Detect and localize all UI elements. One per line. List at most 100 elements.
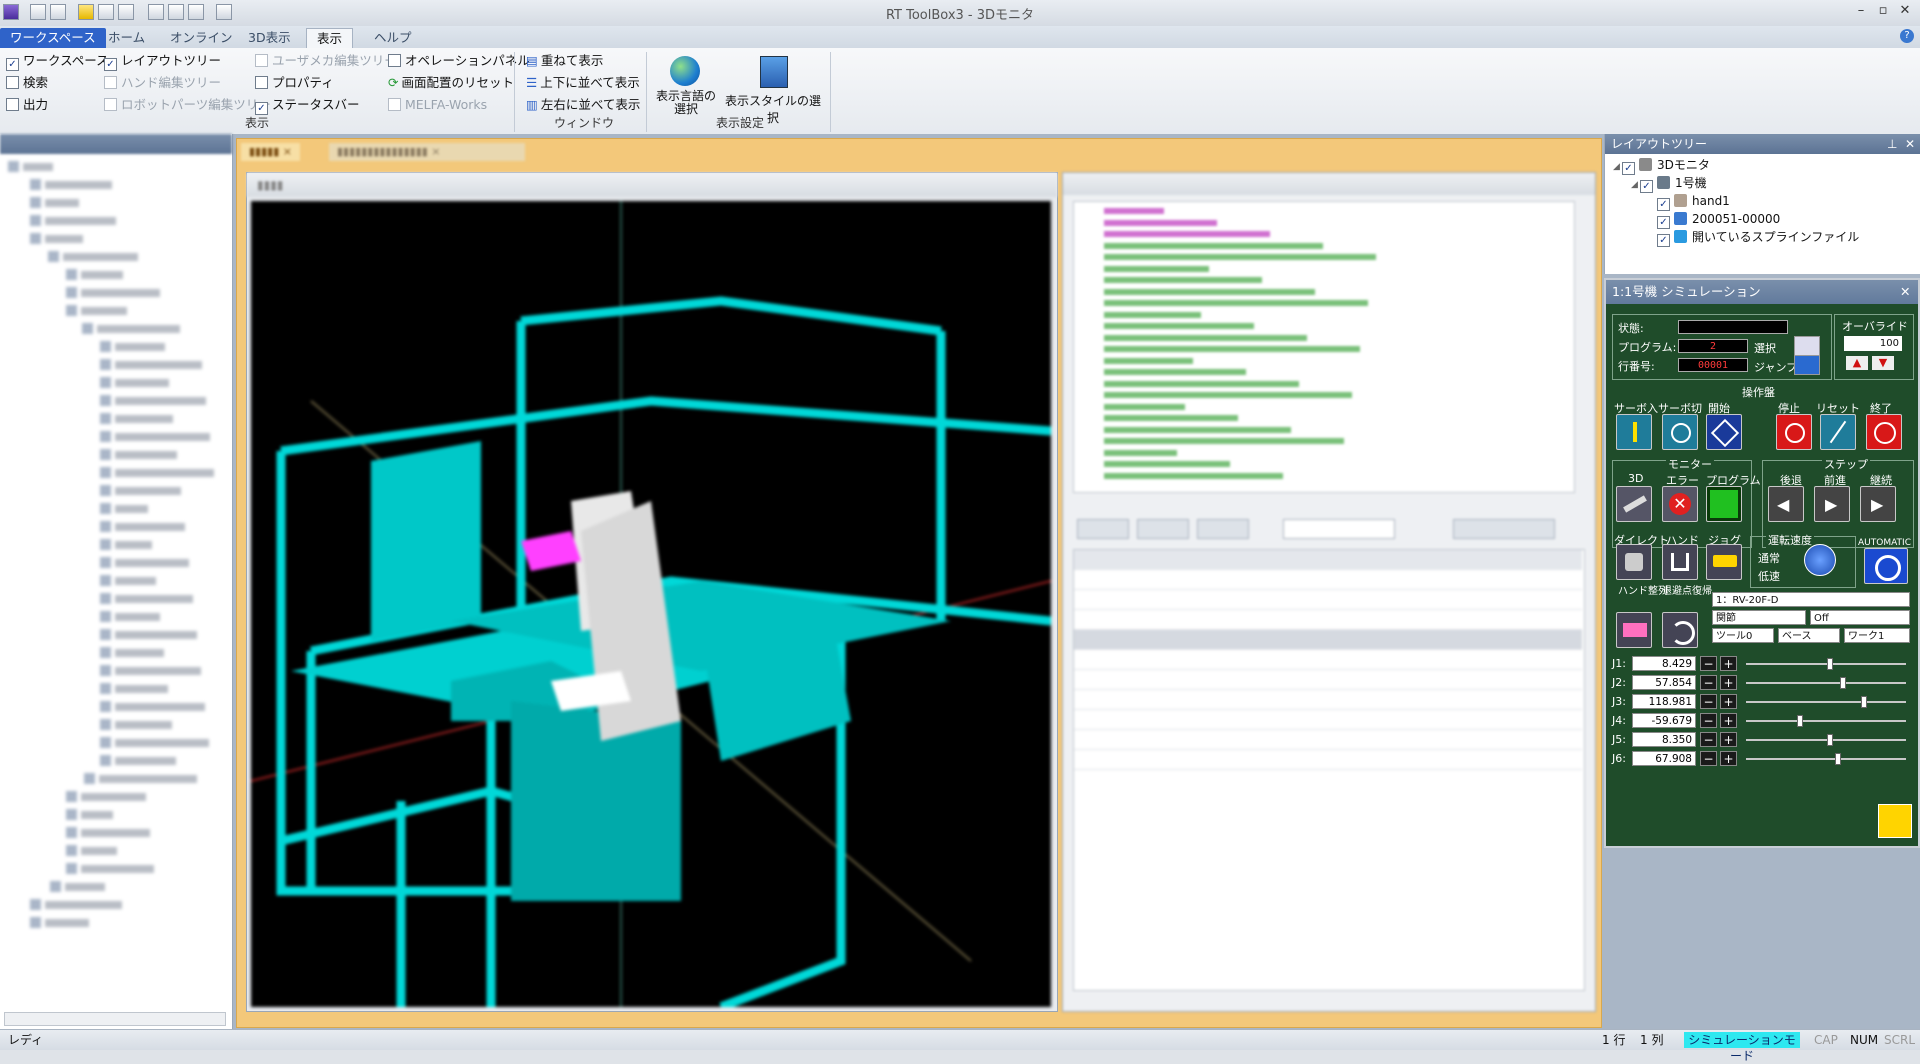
override-field[interactable]: 100 — [1844, 336, 1902, 351]
status-bar-checkbox[interactable]: ✓ ステータスバー — [255, 96, 360, 115]
tree-item[interactable] — [66, 790, 146, 806]
joint-value[interactable]: 8.429 — [1632, 656, 1696, 671]
toolbar-button[interactable] — [1137, 519, 1189, 539]
tree-item[interactable] — [50, 880, 105, 896]
tree-item[interactable] — [100, 340, 165, 356]
tab-3d-monitor[interactable]: ▮▮▮▮▮ × — [241, 143, 300, 161]
minus-icon[interactable]: − — [1700, 694, 1717, 709]
pin-icon[interactable]: ⊥ — [1887, 134, 1897, 154]
tab-home[interactable]: ホーム — [98, 28, 155, 48]
tree-item[interactable] — [100, 718, 172, 734]
tree-item-part[interactable]: ✓ 200051-00000 — [1657, 210, 1780, 229]
tree-item[interactable] — [100, 430, 210, 446]
robot-select[interactable]: 1：RV-20F-D — [1712, 592, 1910, 607]
step-back-button[interactable]: ◀ — [1768, 486, 1804, 522]
maximize-button[interactable]: ▫ — [1872, 3, 1894, 21]
joint-value[interactable]: 8.350 — [1632, 732, 1696, 747]
toolbar-button[interactable] — [1077, 519, 1129, 539]
slider-thumb[interactable] — [1834, 753, 1841, 765]
speed-knob[interactable] — [1804, 544, 1836, 576]
joint-slider[interactable] — [1746, 720, 1906, 722]
joint-value[interactable]: -59.679 — [1632, 713, 1696, 728]
continue-button[interactable]: ▶ — [1860, 486, 1896, 522]
tree-item[interactable] — [100, 610, 160, 626]
monitor-3d-button[interactable] — [1616, 486, 1652, 522]
tree-item[interactable] — [66, 844, 117, 860]
reset-button[interactable] — [1820, 414, 1856, 450]
tree-item[interactable] — [100, 538, 152, 554]
close-icon[interactable]: ✕ — [1905, 134, 1915, 154]
tree-item[interactable] — [48, 250, 138, 266]
search-checkbox[interactable]: 検索 — [6, 74, 48, 92]
slider-thumb[interactable] — [1827, 658, 1834, 670]
minus-icon[interactable]: − — [1700, 732, 1717, 747]
program-field[interactable]: 2 — [1678, 339, 1748, 353]
help-icon[interactable]: ? — [1900, 29, 1914, 43]
tree-item[interactable] — [84, 772, 197, 788]
close-icon[interactable]: ✕ — [1900, 280, 1910, 304]
joint-slider[interactable] — [1746, 682, 1906, 684]
tab-3d-display[interactable]: 3D表示 — [238, 28, 301, 48]
minus-icon[interactable]: − — [1700, 751, 1717, 766]
tree-item[interactable] — [100, 754, 176, 770]
servo-on-button[interactable] — [1616, 414, 1652, 450]
tile-vertical-button[interactable]: ☰ 上下に並べて表示 — [526, 74, 640, 92]
joint-slider[interactable] — [1746, 663, 1906, 665]
operation-panel-checkbox[interactable]: オペレーションパネル — [388, 52, 530, 70]
tree-item[interactable] — [100, 556, 189, 572]
tree-item[interactable] — [66, 862, 154, 878]
plus-icon[interactable]: + — [1720, 732, 1737, 747]
error-button[interactable]: ✕ — [1662, 486, 1698, 522]
tree-item[interactable] — [100, 664, 201, 680]
tree-item[interactable] — [100, 502, 148, 518]
tree-item[interactable] — [30, 898, 122, 914]
minus-icon[interactable]: − — [1700, 675, 1717, 690]
joint-slider[interactable] — [1746, 739, 1906, 741]
tree-item[interactable] — [100, 574, 156, 590]
table-row[interactable] — [1074, 650, 1582, 670]
table-row[interactable] — [1074, 730, 1582, 750]
horizontal-scrollbar[interactable] — [4, 1012, 226, 1026]
plus-icon[interactable]: + — [1720, 675, 1737, 690]
tree-item[interactable] — [100, 628, 197, 644]
tree-item-spline-file[interactable]: ✓ 開いているスプラインファイル — [1657, 228, 1859, 247]
table-row[interactable] — [1074, 690, 1582, 710]
type-dropdown[interactable] — [1283, 519, 1395, 539]
end-button[interactable] — [1866, 414, 1902, 450]
plus-icon[interactable]: + — [1720, 694, 1737, 709]
toolbar-button[interactable] — [1197, 519, 1249, 539]
slider-thumb[interactable] — [1839, 677, 1846, 689]
reset-layout-button[interactable]: ⟳ 画面配置のリセット — [388, 74, 514, 92]
hand-button[interactable] — [1662, 544, 1698, 580]
table-row[interactable] — [1074, 630, 1582, 650]
tree-item[interactable] — [30, 916, 89, 932]
tree-item[interactable] — [66, 268, 123, 284]
jog-mode-select[interactable]: 関節 — [1712, 610, 1806, 625]
code-editor[interactable] — [1073, 201, 1575, 493]
stop-button[interactable] — [1776, 414, 1812, 450]
retreat-button[interactable] — [1662, 612, 1698, 648]
corner-tool-icon[interactable] — [1878, 804, 1912, 838]
toolbar-button[interactable] — [1453, 519, 1555, 539]
work-select[interactable]: ワーク1 — [1844, 628, 1910, 643]
tree-item[interactable] — [100, 466, 214, 482]
servo-off-button[interactable] — [1662, 414, 1698, 450]
tab-online[interactable]: オンライン — [160, 28, 243, 48]
layout-tree-checkbox[interactable]: ✓ レイアウトツリー — [104, 52, 221, 71]
tree-item-hand1[interactable]: ✓ hand1 — [1657, 192, 1730, 211]
joint-value[interactable]: 67.908 — [1632, 751, 1696, 766]
jog-button[interactable] — [1706, 544, 1742, 580]
tree-item[interactable] — [100, 394, 206, 410]
tree-item[interactable] — [30, 214, 116, 230]
table-row[interactable] — [1074, 610, 1582, 630]
tree-item[interactable] — [66, 808, 113, 824]
tree-item[interactable] — [66, 826, 150, 842]
tree-item[interactable] — [100, 484, 181, 500]
mode-value-select[interactable]: Off — [1810, 610, 1910, 625]
tab-help[interactable]: ヘルプ — [364, 28, 422, 48]
3d-viewport[interactable] — [251, 201, 1051, 1007]
cascade-button[interactable]: ▤ 重ねて表示 — [526, 52, 603, 70]
table-row[interactable] — [1074, 750, 1582, 770]
tree-item[interactable] — [8, 160, 53, 176]
slider-thumb[interactable] — [1797, 715, 1804, 727]
